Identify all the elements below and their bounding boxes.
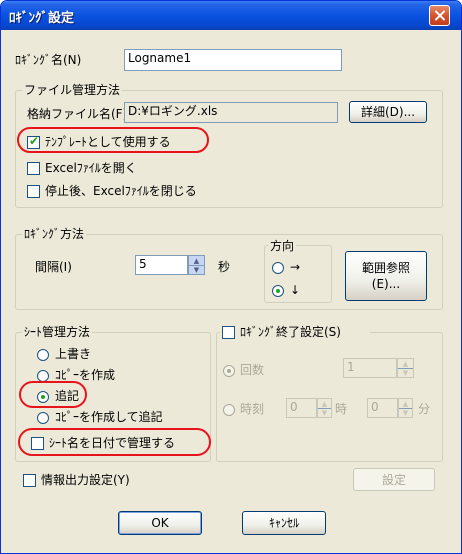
end-hour-spinner[interactable]: ▲ ▼ bbox=[317, 398, 332, 418]
storage-file-name-field[interactable]: D:¥ロギング.xls bbox=[124, 102, 338, 123]
logging-name-input[interactable]: Logname1 bbox=[124, 49, 342, 71]
title-bar[interactable]: ﾛｷﾞﾝｸﾞ設定 bbox=[1, 1, 461, 30]
end-count-input[interactable]: 1 bbox=[343, 358, 397, 378]
interval-unit: 秒 bbox=[218, 260, 231, 274]
end-minute-unit: 分 bbox=[418, 402, 431, 416]
overwrite-radio[interactable] bbox=[37, 349, 49, 361]
spin-down-icon[interactable]: ▼ bbox=[318, 408, 331, 417]
overwrite-label: 上書き bbox=[55, 347, 92, 361]
logging-end-checkbox[interactable] bbox=[222, 326, 235, 339]
spin-down-icon[interactable]: ▼ bbox=[399, 408, 412, 417]
end-hour-unit: 時 bbox=[335, 402, 348, 416]
info-output-settings-button[interactable]: 設定 bbox=[353, 468, 435, 491]
interval-spinner[interactable]: ▲ ▼ bbox=[188, 255, 205, 275]
ok-button[interactable]: OK bbox=[118, 511, 202, 535]
logging-settings-dialog: ﾛｷﾞﾝｸﾞ設定 ﾛｷﾞﾝｸﾞ名(N) Logname1 ファイル管理方法 格納… bbox=[0, 0, 462, 554]
direction-right-label: → bbox=[290, 260, 301, 274]
open-excel-label: Excelﾌｧｲﾙを開く bbox=[45, 161, 137, 175]
radio-dot-icon bbox=[227, 369, 231, 373]
direction-down-radio[interactable] bbox=[272, 285, 284, 297]
range-reference-line1: 範囲参照 bbox=[361, 261, 410, 275]
close-excel-after-stop-label: 停止後、Excelﾌｧｲﾙを閉じる bbox=[45, 184, 197, 198]
range-reference-button[interactable]: 範囲参照 (E)... bbox=[345, 251, 427, 301]
cancel-button[interactable]: ｷｬﾝｾﾙ bbox=[242, 511, 326, 535]
highlight-ring bbox=[18, 428, 211, 456]
close-icon[interactable] bbox=[429, 5, 450, 26]
logging-end-header: ﾛｷﾞﾝｸﾞ終了設定(S) bbox=[220, 325, 370, 341]
copy-and-append-radio[interactable] bbox=[37, 412, 49, 424]
copy-and-append-label: ｺﾋﾟｰを作成して追記 bbox=[55, 410, 163, 424]
create-copy-label: ｺﾋﾟｰを作成 bbox=[55, 368, 116, 382]
highlight-ring bbox=[17, 127, 209, 153]
open-excel-checkbox[interactable] bbox=[27, 162, 40, 175]
interval-label: 間隔(I) bbox=[35, 260, 72, 274]
highlight-ring bbox=[19, 381, 87, 408]
range-reference-line2: (E)... bbox=[371, 277, 401, 291]
end-minute-input[interactable]: 0 bbox=[367, 398, 398, 418]
file-management-group-title: ファイル管理方法 bbox=[22, 83, 123, 97]
end-count-radio[interactable] bbox=[223, 365, 235, 377]
end-minute-spinner[interactable]: ▲ ▼ bbox=[398, 398, 413, 418]
interval-input[interactable]: 5 bbox=[135, 255, 188, 275]
close-excel-after-stop-checkbox[interactable] bbox=[27, 185, 40, 198]
spin-down-icon[interactable]: ▼ bbox=[189, 265, 204, 274]
end-time-radio[interactable] bbox=[223, 404, 235, 416]
end-time-label: 時刻 bbox=[240, 402, 265, 416]
spin-down-icon[interactable]: ▼ bbox=[398, 368, 413, 377]
end-hour-input[interactable]: 0 bbox=[286, 398, 317, 418]
logging-end-group bbox=[216, 332, 443, 462]
end-count-spinner[interactable]: ▲ ▼ bbox=[397, 358, 414, 378]
radio-dot-icon bbox=[276, 289, 280, 293]
info-output-label: 情報出力設定(Y) bbox=[41, 473, 130, 487]
end-count-label: 回数 bbox=[240, 363, 265, 377]
info-output-checkbox[interactable] bbox=[23, 474, 36, 487]
logging-name-label: ﾛｷﾞﾝｸﾞ名(N) bbox=[15, 53, 82, 67]
details-button[interactable]: 詳細(D)... bbox=[349, 101, 427, 123]
direction-down-label: ↓ bbox=[290, 283, 301, 297]
window-title: ﾛｷﾞﾝｸﾞ設定 bbox=[9, 11, 75, 26]
storage-file-name-label: 格納ファイル名(F) bbox=[27, 107, 128, 121]
sheet-management-group-title: ｼｰﾄ管理方法 bbox=[22, 325, 93, 339]
direction-right-radio[interactable] bbox=[272, 262, 284, 274]
logging-method-group-title: ﾛｷﾞﾝｸﾞ方法 bbox=[22, 227, 87, 241]
direction-group-title: 方向 bbox=[268, 239, 297, 253]
logging-end-label: ﾛｷﾞﾝｸﾞ終了設定(S) bbox=[240, 325, 341, 339]
